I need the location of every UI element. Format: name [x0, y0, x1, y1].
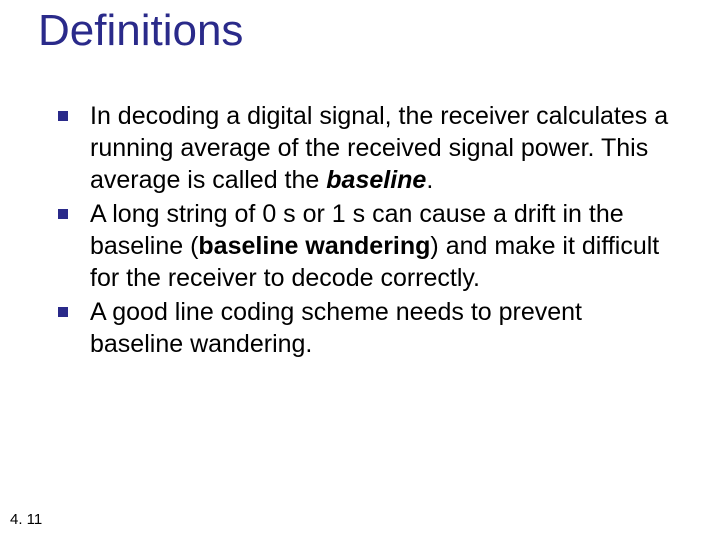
bullet-icon [58, 111, 68, 121]
list-item-text: A good line coding scheme needs to preve… [90, 296, 678, 360]
slide: Definitions In decoding a digital signal… [0, 0, 720, 540]
bullet-icon [58, 307, 68, 317]
list-item: A good line coding scheme needs to preve… [58, 296, 678, 360]
list-item: A long string of 0 s or 1 s can cause a … [58, 198, 678, 294]
list-item-text: In decoding a digital signal, the receiv… [90, 100, 678, 196]
bullet-icon [58, 209, 68, 219]
text-run: . [426, 166, 433, 194]
list-item-text: A long string of 0 s or 1 s can cause a … [90, 198, 678, 294]
term-baseline-wandering: baseline wandering [198, 232, 430, 260]
list-item: In decoding a digital signal, the receiv… [58, 100, 678, 196]
page-number: 4. 11 [10, 511, 42, 528]
slide-body: In decoding a digital signal, the receiv… [58, 100, 678, 362]
text-run: A good line coding scheme needs to preve… [90, 298, 582, 358]
slide-title: Definitions [38, 6, 243, 56]
term-baseline: baseline [326, 166, 426, 194]
